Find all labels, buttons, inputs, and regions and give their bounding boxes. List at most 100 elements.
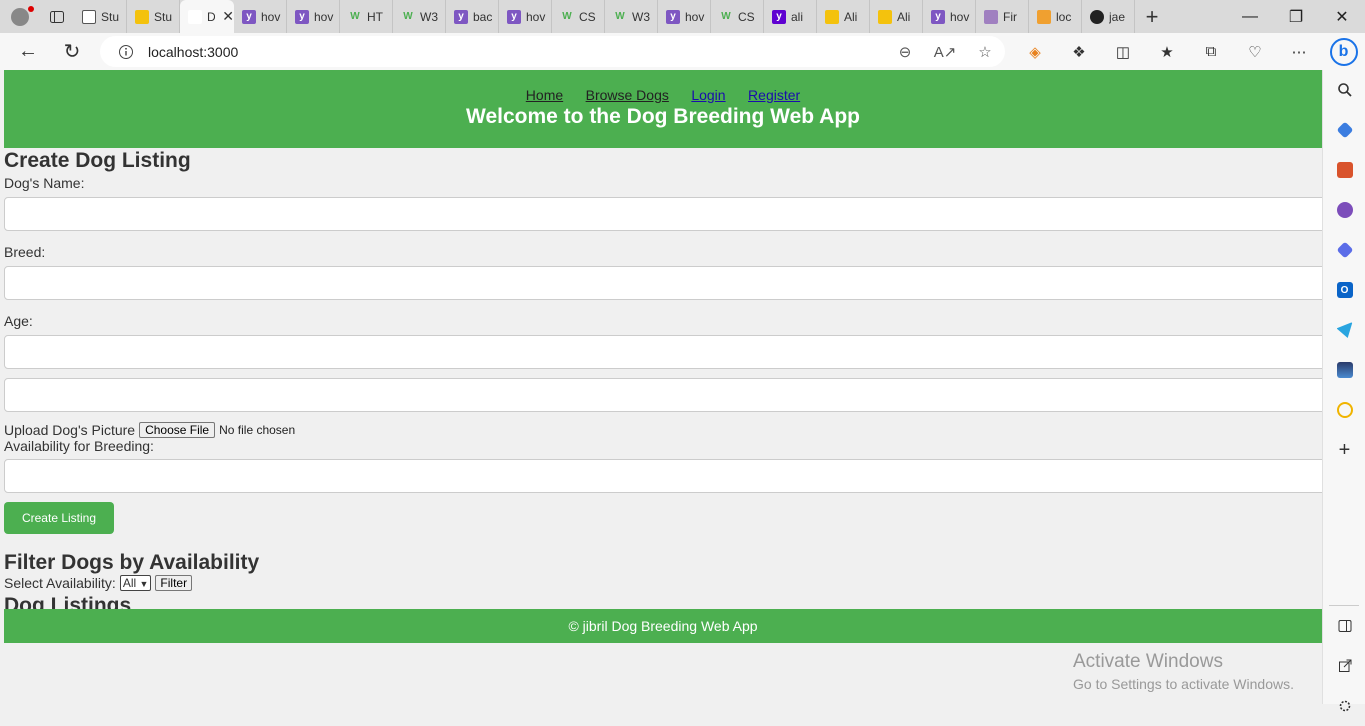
ali-icon [825,9,839,24]
breed-label: Breed: [4,244,46,260]
refresh-button[interactable]: ↻ [50,39,94,64]
browser-tab[interactable]: W CS [552,0,605,33]
profile-button[interactable] [0,0,40,33]
browser-tab[interactable]: y hov [287,0,340,33]
browser-tab[interactable]: Ali [870,0,923,33]
tab-label: HT [367,9,383,24]
picture-upload-row: Upload Dog's Picture Choose File No file… [4,421,1322,438]
yahoo-icon: y [666,9,680,24]
tab-label: CS [738,9,755,24]
settings-gear-icon[interactable] [1323,686,1365,726]
games-icon[interactable] [1323,190,1365,230]
w3-icon: W [403,11,413,22]
browser-tab[interactable]: Dog ✕ [180,0,234,33]
browser-tab-strip: StuStuDog✕yhovyhovWHTWW3ybacyhovWCSWW3yh… [0,0,1365,33]
tab-actions-button[interactable] [40,0,74,33]
availability-select-value: All [122,576,137,590]
w3-icon: W [615,11,625,22]
search-icon[interactable] [1323,70,1365,110]
nav-link-browse-dogs[interactable]: Browse Dogs [586,87,669,103]
browser-tab[interactable]: W W3 [605,0,658,33]
site-nav: Home Browse Dogs Login Register [4,87,1322,105]
browser-tab[interactable]: y hov [658,0,711,33]
extensions-icon[interactable]: ❖ [1057,43,1101,61]
performance-icon[interactable]: ♡ [1233,43,1277,61]
microsoft365-icon[interactable] [1323,230,1365,270]
web-page: Home Browse Dogs Login Register Welcome … [4,70,1322,704]
browser-tab[interactable]: Fir [976,0,1029,33]
notification-dot [28,6,34,12]
browser-tab[interactable]: y hov [499,0,552,33]
browser-tab[interactable]: Stu [127,0,180,33]
address-bar[interactable]: localhost:3000 ⊖ A↗ ☆ [100,36,1005,67]
dog-name-input[interactable] [4,197,1322,231]
tab-label: bac [473,9,493,24]
availability-input[interactable] [4,459,1322,493]
browser-tab[interactable]: y bac [446,0,499,33]
yahoo-icon: y [295,9,309,24]
minimize-button[interactable]: — [1227,0,1273,33]
more-menu-icon[interactable]: ⋯ [1277,43,1321,61]
availability-select[interactable]: All ▼ [119,575,152,591]
back-button[interactable]: ← [6,40,50,63]
read-aloud-icon[interactable]: A↗ [925,43,965,61]
bolt-icon [135,9,149,24]
favorite-star-icon[interactable]: ☆ [965,43,1005,61]
browser-tab[interactable]: Ali [817,0,870,33]
restore-button[interactable]: ❐ [1273,0,1319,33]
tab-label: Ali [897,9,911,24]
app-circle-icon[interactable] [1323,390,1365,430]
footer-text: © jibril Dog Breeding Web App [568,618,758,634]
browser-tab[interactable]: W W3 [393,0,446,33]
telegram-icon[interactable] [1323,310,1365,350]
browser-tab[interactable]: W CS [711,0,764,33]
nav-link-login[interactable]: Login [691,87,725,103]
add-app-icon[interactable]: + [1323,430,1365,470]
filter-button[interactable]: Filter [155,575,193,591]
browser-tab[interactable]: y hov [234,0,287,33]
site-footer: © jibril Dog Breeding Web App [4,609,1322,643]
watermark-title: Activate Windows [1073,651,1223,672]
outlook-icon[interactable]: O [1323,270,1365,310]
browser-tab[interactable]: jae [1082,0,1135,33]
yahoo-icon: y [454,9,468,24]
image-app-icon[interactable] [1323,350,1365,390]
w3-icon: W [350,11,360,22]
split-screen-icon[interactable]: ◫ [1101,43,1145,61]
description-input[interactable] [4,378,1322,412]
zoom-out-icon[interactable]: ⊖ [885,43,925,61]
nav-link-home[interactable]: Home [526,87,563,103]
age-input[interactable] [4,335,1322,369]
hide-sidebar-icon[interactable] [1323,606,1365,646]
create-listing-button[interactable]: Create Listing [4,502,114,534]
bing-copilot-button[interactable]: b [1322,33,1365,70]
avatar [11,7,29,26]
tab-label: hov [314,9,334,24]
close-window-button[interactable]: ✕ [1319,0,1365,33]
close-tab-icon[interactable]: ✕ [222,8,234,25]
open-external-icon[interactable] [1323,646,1365,686]
browser-tab[interactable]: loc [1029,0,1082,33]
site-header: Home Browse Dogs Login Register Welcome … [4,70,1322,148]
pma-icon [1037,9,1051,24]
nav-link-register[interactable]: Register [748,87,800,103]
collections-icon[interactable]: ⧉ [1189,43,1233,60]
tools-briefcase-icon[interactable] [1323,150,1365,190]
browser-tab[interactable]: y ali [764,0,817,33]
tab-label: CS [579,9,596,24]
new-tab-button[interactable]: + [1135,0,1169,33]
stripe-icon [984,9,998,24]
bing-icon: b [1329,37,1358,66]
tab-label: Stu [101,9,120,24]
file-status: No file chosen [219,422,296,437]
browser-tab[interactable]: y hov [923,0,976,33]
metamask-icon[interactable]: ◈ [1013,43,1057,61]
info-icon[interactable] [114,40,138,64]
choose-file-button[interactable]: Choose File [139,421,216,438]
breed-input[interactable] [4,266,1322,300]
browser-tab[interactable]: W HT [340,0,393,33]
shopping-tag-icon[interactable] [1323,110,1365,150]
favorites-icon[interactable]: ★ [1145,43,1189,61]
yahoo-icon: y [931,9,945,24]
browser-tab[interactable]: Stu [74,0,127,33]
